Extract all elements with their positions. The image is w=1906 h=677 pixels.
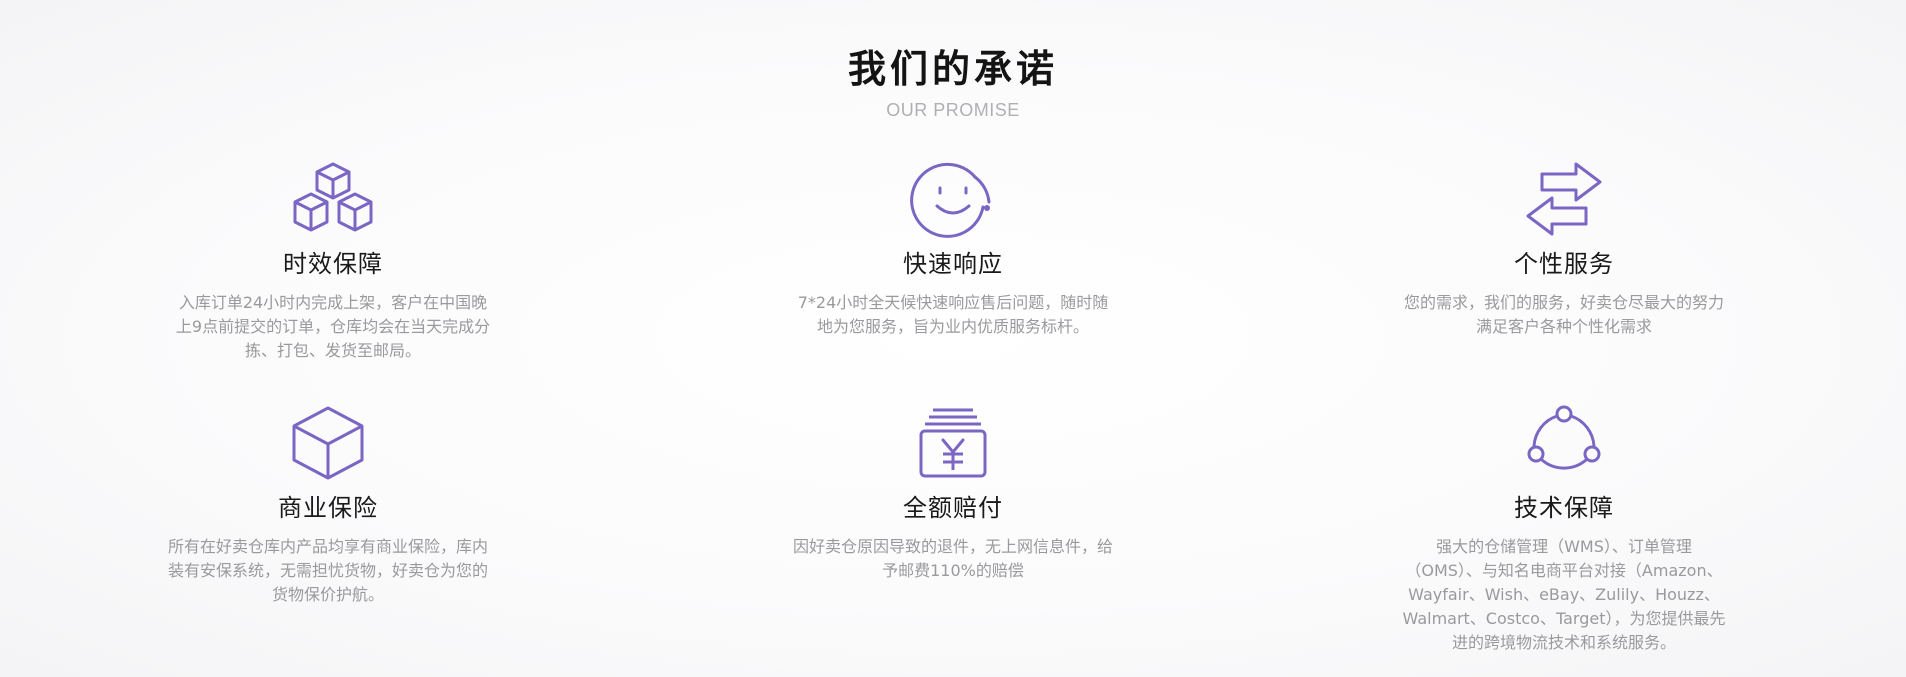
card-description: 7*24小时全天候快速响应售后问题，随时随地为您服务，旨为业内优质服务标杆。 [797, 293, 1109, 336]
promise-card-compensation: 全额赔付 因好卖仓原因导致的退件，无上网信息件，给予邮费110%的赔偿 [783, 404, 1123, 583]
exchange-arrows-icon [1526, 162, 1602, 236]
network-nodes-icon [1527, 405, 1601, 470]
card-description: 因好卖仓原因导致的退件，无上网信息件，给予邮费110%的赔偿 [792, 537, 1113, 580]
box-icon [292, 406, 364, 480]
card-description: 所有在好卖仓库内产品均享有商业保险，库内装有安保系统，无需担忧货物，好卖仓为您的… [167, 537, 488, 604]
section-title: 我们的承诺 [847, 47, 1058, 91]
card-description: 您的需求，我们的服务，好卖仓尽最大的努力满足客户各种个性化需求 [1403, 293, 1724, 336]
promise-card-technology: 技术保障 强大的仓储管理（WMS）、订单管理（OMS）、与知名电商平台对接（Am… [1394, 404, 1734, 655]
promise-card-response: 快速响应 7*24小时全天候快速响应售后问题，随时随地为您服务，旨为业内优质服务… [783, 160, 1123, 339]
card-title: 个性服务 [1514, 250, 1614, 278]
card-title: 全额赔付 [903, 494, 1003, 522]
promise-section: 我们的承诺 OUR PROMISE 时效保障 入库订单24小时内完成上架，客户在… [0, 0, 1906, 677]
card-title: 商业保险 [278, 494, 378, 522]
card-title: 技术保障 [1514, 494, 1614, 522]
section-subtitle: OUR PROMISE [886, 100, 1020, 120]
card-title: 快速响应 [903, 250, 1003, 278]
smiley-face-icon [910, 162, 991, 238]
promise-card-personalized: 个性服务 您的需求，我们的服务，好卖仓尽最大的努力满足客户各种个性化需求 [1394, 160, 1734, 339]
yuan-money-icon [919, 408, 987, 478]
promise-card-insurance: 商业保险 所有在好卖仓库内产品均享有商业保险，库内装有安保系统，无需担忧货物，好… [158, 404, 498, 607]
card-description: 强大的仓储管理（WMS）、订单管理（OMS）、与知名电商平台对接（Amazon、… [1402, 537, 1726, 652]
promise-card-timeliness: 时效保障 入库订单24小时内完成上架，客户在中国晚上9点前提交的订单，仓库均会在… [163, 160, 503, 363]
card-description: 入库订单24小时内完成上架，客户在中国晚上9点前提交的订单，仓库均会在当天完成分… [175, 293, 491, 360]
cubes-icon [293, 162, 373, 232]
card-title: 时效保障 [283, 250, 383, 278]
